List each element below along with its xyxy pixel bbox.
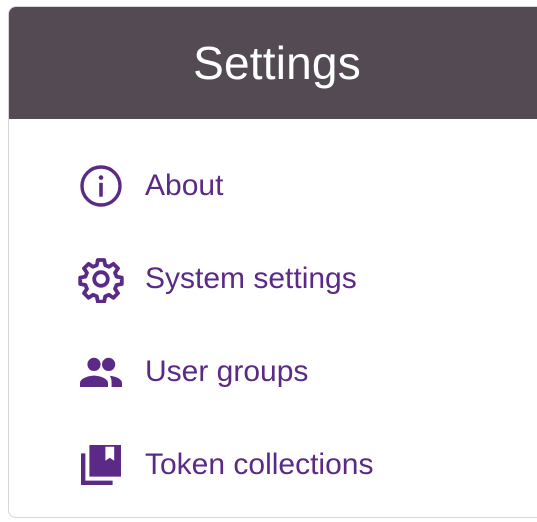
menu-item-label: Token collections [145, 448, 374, 481]
collections-icon [77, 441, 125, 489]
menu-item-label: About [145, 169, 224, 202]
menu-item-system-settings[interactable]: System settings [77, 255, 357, 303]
menu-item-token-collections[interactable]: Token collections [77, 441, 373, 489]
menu-item-label: User groups [145, 355, 309, 388]
menu-item-about[interactable]: About [77, 162, 223, 210]
info-circle-icon [77, 162, 125, 210]
panel-header: Settings [9, 7, 537, 119]
menu-item-user-groups[interactable]: User groups [77, 348, 308, 396]
settings-panel: Settings About System settings User grou… [8, 6, 537, 518]
menu-item-label: System settings [145, 262, 357, 295]
gear-icon [77, 255, 125, 303]
page-title: Settings [193, 37, 361, 89]
users-icon [77, 348, 125, 396]
